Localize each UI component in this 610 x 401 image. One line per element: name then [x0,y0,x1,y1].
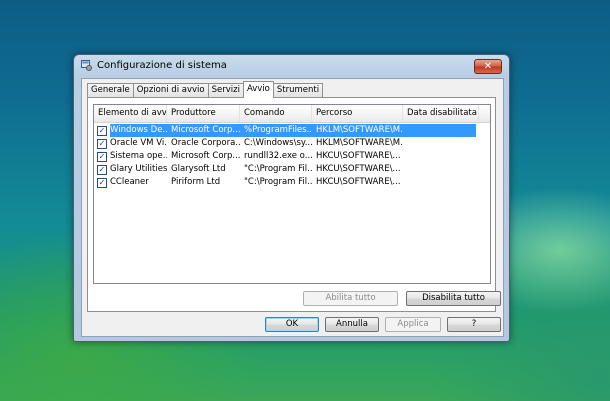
enable-checkbox[interactable]: ✓ [97,151,107,162]
table-row[interactable]: ✓ CCleaner Piriform Ltd "C:\Program Fil.… [94,176,490,189]
cell-item: CCleaner [110,177,149,187]
dialog-client-area: Generale Opzioni di avvio Servizi Avvio … [81,78,504,337]
table-row[interactable]: ✓ Oracle VM Vi... Oracle Corpora... C:\W… [94,137,490,150]
table-row[interactable]: ✓ Glary Utilities Glarysoft Ltd "C:\Prog… [94,163,490,176]
cell-path: HKLM\SOFTWARE\M... [316,125,403,135]
msconfig-icon [81,60,92,71]
window-title: Configurazione di sistema [97,60,227,71]
table-row[interactable]: ✓ Windows De... Microsoft Corp... %Progr… [94,124,490,137]
cancel-button[interactable]: Annulla [325,317,379,332]
cell-item: Sistema ope... [110,151,167,161]
cell-maker: Microsoft Corp... [171,151,240,161]
cell-maker: Microsoft Corp... [171,125,240,135]
cell-maker: Piriform Ltd [171,177,221,187]
cell-maker: Glarysoft Ltd [171,164,226,174]
column-header-percorso[interactable]: Percorso [312,105,403,122]
close-button[interactable]: ✕ [474,59,502,74]
list-header: Elemento di avvio Produttore Comando Per… [94,105,490,123]
cell-disabled-date [403,176,479,189]
help-button[interactable]: ? [447,317,501,332]
enable-checkbox[interactable]: ✓ [97,177,107,188]
cell-command: C:\Windows\sy... [244,138,312,148]
apply-button[interactable]: Applica [385,317,441,332]
tab-generale[interactable]: Generale [87,83,134,97]
cell-disabled-date [403,150,479,163]
cell-path: HKCU\SOFTWARE\... [316,164,401,174]
cell-path: HKLM\SOFTWARE\M... [316,138,403,148]
enable-checkbox[interactable]: ✓ [97,138,107,149]
enable-checkbox[interactable]: ✓ [97,164,107,175]
cell-command: "C:\Program Fil... [244,164,312,174]
column-header-data-disabilitata[interactable]: Data disabilitata [403,105,479,122]
table-row[interactable]: ✓ Sistema ope... Microsoft Corp... rundl… [94,150,490,163]
cell-disabled-date [403,137,479,150]
tab-opzioni-di-avvio[interactable]: Opzioni di avvio [132,83,209,97]
tab-strip: Generale Opzioni di avvio Servizi Avvio … [87,81,324,98]
cell-path: HKCU\SOFTWARE\... [316,151,401,161]
disable-all-button[interactable]: Disabilita tutto [406,291,501,306]
column-header-produttore[interactable]: Produttore [167,105,240,122]
enable-all-button[interactable]: Abilita tutto [303,291,398,306]
cell-item: Oracle VM Vi... [110,138,167,148]
column-header-comando[interactable]: Comando [240,105,312,122]
cell-item: Glary Utilities [110,164,167,174]
tab-avvio[interactable]: Avvio [242,81,274,98]
cell-command: rundll32.exe o... [244,151,312,161]
cell-command: "C:\Program Fil... [244,177,312,187]
close-icon: ✕ [483,61,493,72]
cell-path: HKCU\SOFTWARE\... [316,177,401,187]
cell-item: Windows De... [110,125,167,135]
cell-maker: Oracle Corpora... [171,138,240,148]
title-bar[interactable]: Configurazione di sistema ✕ [74,55,509,77]
column-header-elemento[interactable]: Elemento di avvio [94,105,167,122]
cell-disabled-date [403,163,479,176]
cell-disabled-date [403,124,479,137]
startup-tab-panel: Elemento di avvio Produttore Comando Per… [87,97,501,312]
tab-strumenti[interactable]: Strumenti [272,83,324,97]
tab-servizi[interactable]: Servizi [207,83,244,97]
system-configuration-dialog: Configurazione di sistema ✕ Generale Opz… [73,54,510,342]
startup-items-list[interactable]: Elemento di avvio Produttore Comando Per… [93,104,491,284]
cell-command: %ProgramFiles... [244,125,312,135]
ok-button[interactable]: OK [265,317,319,332]
enable-checkbox[interactable]: ✓ [97,125,107,136]
